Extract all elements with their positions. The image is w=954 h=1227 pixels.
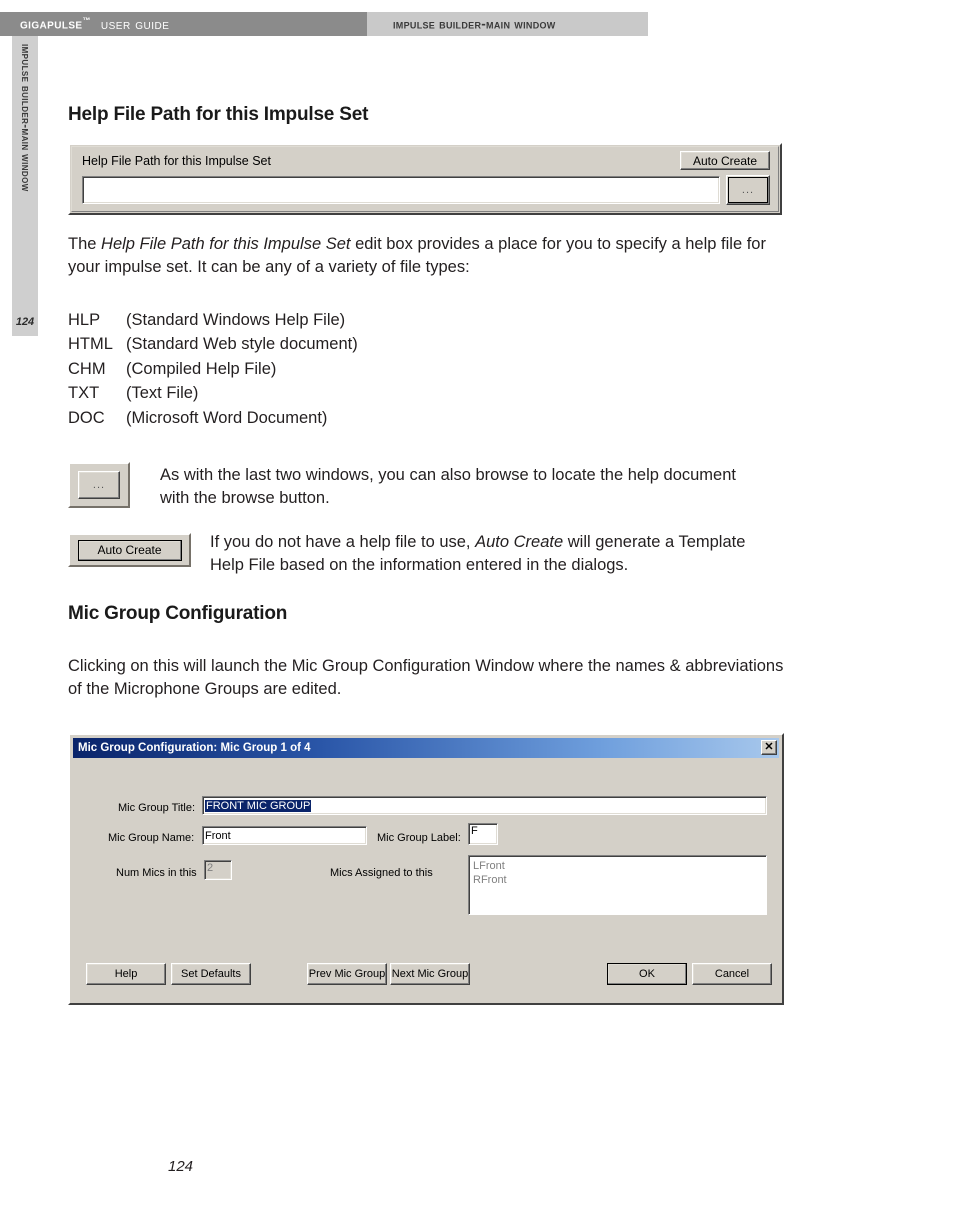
content-column: Help File Path for this Impulse Set xyxy=(68,104,788,140)
browse-button[interactable]: ... xyxy=(726,175,770,205)
file-type-ext: CHM xyxy=(68,359,106,378)
browse-button[interactable]: ... xyxy=(78,471,120,499)
user-guide-label: User Guide xyxy=(100,16,170,33)
list-item[interactable]: LFront xyxy=(473,859,766,873)
mic-group-title-value: FRONT MIC GROUP xyxy=(205,799,312,812)
next-mic-group-button[interactable]: Next Mic Group xyxy=(390,963,470,985)
help-file-path-input[interactable] xyxy=(82,176,720,204)
file-type-desc: (Text File) xyxy=(126,384,199,403)
callout-browse-button: ... As with the last two windows, you ca… xyxy=(68,462,768,511)
auto-create-button[interactable]: Auto Create xyxy=(77,539,182,561)
mic-group-title-input[interactable]: FRONT MIC GROUP xyxy=(202,796,767,815)
mic-group-section: Mic Group Configuration Clicking on this… xyxy=(68,603,784,702)
dialog-title-text: Mic Group Configuration: Mic Group 1 of … xyxy=(78,742,311,754)
mic-group-configuration-dialog: Mic Group Configuration: Mic Group 1 of … xyxy=(68,733,784,1005)
ok-button[interactable]: OK xyxy=(607,963,687,985)
callout-auto-create-button: Auto Create If you do not have a help fi… xyxy=(68,533,768,578)
list-item: HTML (Standard Web style document) xyxy=(68,332,568,356)
auto-create-button[interactable]: Auto Create xyxy=(680,151,770,170)
file-type-desc: (Standard Web style document) xyxy=(126,335,358,354)
num-mics-input: 2 xyxy=(204,860,232,880)
help-file-path-caption: Help File Path for this Impulse Set xyxy=(82,154,271,168)
help-button[interactable]: Help xyxy=(86,963,166,985)
brand-name: GigaPulse xyxy=(20,16,83,33)
list-item: DOC (Microsoft Word Document) xyxy=(68,406,568,430)
file-type-ext: TXT xyxy=(68,384,100,403)
page-title-help-file-path: Help File Path for this Impulse Set xyxy=(68,104,369,125)
file-type-ext: DOC xyxy=(68,408,105,427)
list-item[interactable]: RFront xyxy=(473,873,766,887)
side-tab-label: Impulse Builder-Main Window xyxy=(19,44,31,192)
callout-text-before: If you do not have a help file to use, xyxy=(210,533,476,551)
side-chapter-tab: Impulse Builder-Main Window 124 xyxy=(12,36,38,336)
chapter-title: Impulse Builder-Main Window xyxy=(393,16,556,32)
auto-create-button-illustration: Auto Create xyxy=(68,533,191,567)
trademark-symbol: ™ xyxy=(82,15,91,25)
footer-page-number: 124 xyxy=(168,1158,194,1175)
cancel-button[interactable]: Cancel xyxy=(692,963,772,985)
list-item: TXT (Text File) xyxy=(68,381,568,405)
side-tab-page-number: 124 xyxy=(15,316,35,328)
close-icon[interactable]: ✕ xyxy=(761,740,777,755)
mic-group-title-label: Mic Group Title: xyxy=(118,802,196,814)
mic-group-paragraph: Clicking on this will launch the Mic Gro… xyxy=(68,657,784,699)
callout-browse-text: As with the last two windows, you can al… xyxy=(160,466,736,508)
list-item: CHM (Compiled Help File) xyxy=(68,357,568,381)
header-brand-group: GigaPulse™ User Guide xyxy=(20,16,169,33)
page-title-mic-group-configuration: Mic Group Configuration xyxy=(68,603,288,624)
list-item: HLP (Standard Windows Help File) xyxy=(68,308,568,332)
prev-mic-group-button[interactable]: Prev Mic Group xyxy=(307,963,387,985)
header-bar-right: Impulse Builder-Main Window xyxy=(367,12,648,36)
help-file-path-paragraph: The Help File Path for this Impulse Set … xyxy=(68,233,784,280)
file-type-desc: (Compiled Help File) xyxy=(126,359,277,378)
paragraph-lead: The xyxy=(68,235,102,253)
mic-group-name-label: Mic Group Name: xyxy=(108,832,195,844)
file-type-desc: (Standard Windows Help File) xyxy=(126,311,346,329)
mic-group-label-input[interactable]: F xyxy=(468,823,498,845)
callout-auto-create-text: If you do not have a help file to use, A… xyxy=(210,531,768,578)
help-file-path-figure: Help File Path for this Impulse Set Auto… xyxy=(68,143,782,215)
file-type-ext: HTML xyxy=(68,335,113,354)
help-file-path-paragraph-wrap: The Help File Path for this Impulse Set … xyxy=(68,233,784,280)
paragraph-italic-term: Help File Path for this Impulse Set xyxy=(101,235,351,253)
callout-text-italic: Auto Create xyxy=(475,533,564,551)
file-type-list: HLP (Standard Windows Help File) HTML (S… xyxy=(68,308,568,430)
header-bar-left: GigaPulse™ User Guide xyxy=(0,12,367,36)
mic-group-name-input[interactable]: Front xyxy=(202,826,367,845)
file-type-ext: HLP xyxy=(68,311,101,329)
mics-assigned-listbox[interactable]: LFront RFront xyxy=(468,855,767,915)
browse-button-illustration: ... xyxy=(68,462,130,508)
mics-assigned-label: Mics Assigned to this xyxy=(330,867,433,879)
num-mics-label: Num Mics in this xyxy=(116,867,197,879)
set-defaults-button[interactable]: Set Defaults xyxy=(171,963,251,985)
dialog-title-bar[interactable]: Mic Group Configuration: Mic Group 1 of … xyxy=(73,738,779,758)
mic-group-label-label: Mic Group Label: xyxy=(377,832,461,844)
file-type-desc: (Microsoft Word Document) xyxy=(126,408,328,427)
